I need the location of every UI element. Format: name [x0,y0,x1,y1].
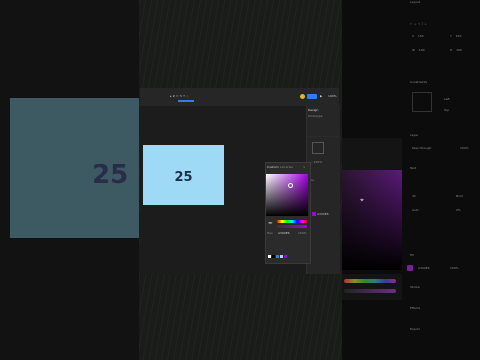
share-button[interactable] [307,94,317,99]
close-icon[interactable]: × [303,165,306,169]
right-layer-label: Layer [410,133,419,137]
picker-tab-custom[interactable]: Custom [267,165,279,169]
blend-mode-select[interactable]: Pass through [412,146,431,150]
document-swatches[interactable] [268,243,287,262]
constraints-box[interactable] [312,142,324,154]
picker-tab-libraries[interactable]: Libraries [280,165,293,169]
right-effects-label: Effects [410,306,421,310]
zoom-select[interactable]: 100% [328,94,337,98]
fill-swatch[interactable] [312,212,316,216]
right-h-field[interactable]: H 100 [450,48,462,52]
constraint-left[interactable]: Left [444,97,450,101]
right-stroke-label: Stroke [410,285,420,289]
avatar[interactable] [300,94,305,99]
left-frame-number: 25 [92,160,129,190]
right-x-field[interactable]: X 150 [412,34,424,38]
alpha-slider[interactable] [277,225,307,228]
right-text-label: Text [410,166,417,170]
fill-hex[interactable]: A300E6 [317,212,329,216]
right-constraints-label: Constraints [410,80,428,84]
right-sliders [342,274,402,300]
right-fill-hex[interactable]: A300E6 [418,266,430,270]
saturation-knob[interactable] [288,183,293,188]
layer-opacity[interactable]: 100% [460,146,469,150]
right-w-field[interactable]: W 100 [412,48,425,52]
right-saturation-box[interactable] [342,170,402,270]
right-fill-label: Fill [410,253,415,257]
font-weight[interactable]: Bold [456,194,463,198]
right-alpha-slider[interactable] [344,289,396,293]
divider [307,136,339,137]
tool-icons[interactable]: ▸ # ▭ ✎ T ◌ [170,94,189,98]
picker-alpha-input[interactable]: 100% [298,231,307,235]
align-icons[interactable]: ⊢ ⊥ ⊣ ⊤ ⊥ [410,10,427,29]
right-layout-label: Layout [410,0,421,4]
saturation-box[interactable] [266,174,308,216]
right-hue-slider[interactable] [344,279,396,283]
line-height[interactable]: Auto [412,208,419,212]
constraint-top[interactable]: Top [444,108,449,112]
right-picker-header [342,138,402,170]
right-fill-opacity[interactable]: 100% [450,266,459,270]
hue-slider[interactable] [277,220,307,223]
active-tool-indicator [178,100,194,102]
frame-number[interactable]: 25 [143,170,224,185]
picker-hex-input[interactable]: A300E6 [278,231,290,235]
constraints-widget[interactable] [412,92,432,112]
tab-prototype[interactable]: Prototype [308,114,322,118]
eyedropper-icon[interactable]: ✒ [268,221,274,227]
properties-panel [306,106,340,274]
letter-spacing[interactable]: 0% [456,208,461,212]
right-export-label: Export [410,327,420,331]
tab-design[interactable]: Design [308,108,318,112]
font-size[interactable]: 32 [412,194,416,198]
right-fill-swatch[interactable] [407,265,413,271]
play-icon[interactable]: ▶ [320,94,322,98]
color-mode-select[interactable]: Hex [267,231,273,235]
layer-row: ◌ 100% [310,160,323,164]
cursor-icon: ⌖ [360,196,364,204]
right-y-field[interactable]: Y 150 [450,34,461,38]
